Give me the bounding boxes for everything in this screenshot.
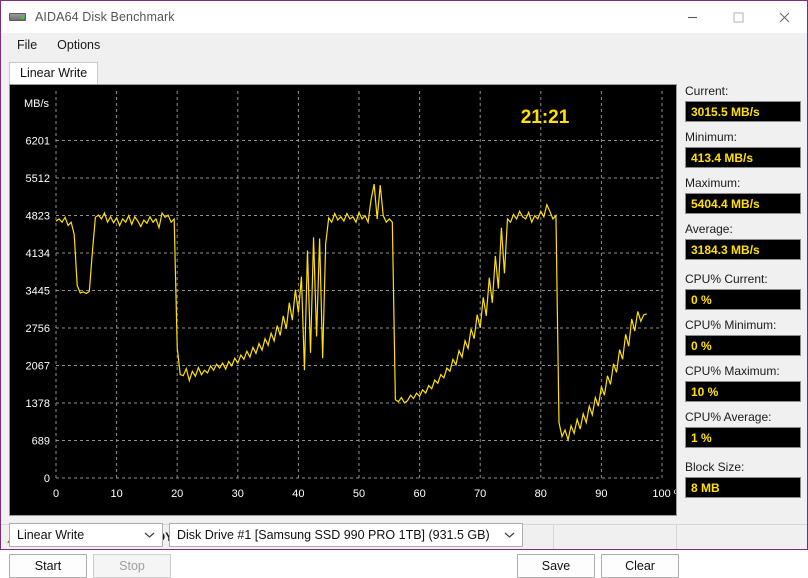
stat-label: Minimum: bbox=[685, 130, 738, 144]
x-axis-tick-label: 80 bbox=[535, 488, 547, 500]
statistics-panel: Current: 3015.5 MB/s Minimum: 413.4 MB/s Max… bbox=[685, 84, 801, 506]
stat-block: CPU% Minimum: 0 % bbox=[685, 318, 801, 356]
y-axis-tick-label: 4134 bbox=[26, 248, 50, 260]
stat-block: Maximum: 5404.4 MB/s bbox=[685, 176, 801, 214]
x-axis-tick-label: 100 % bbox=[652, 488, 676, 500]
chevron-down-icon bbox=[144, 532, 155, 539]
stat-block: CPU% Current: 0 % bbox=[685, 272, 801, 310]
y-axis-tick-label: 3445 bbox=[26, 286, 50, 298]
save-button[interactable]: Save bbox=[517, 554, 595, 578]
window-controls bbox=[669, 1, 807, 33]
button-row: Start Stop Save Clear bbox=[9, 554, 679, 578]
x-axis-tick-label: 10 bbox=[110, 488, 122, 500]
status-pane-2 bbox=[553, 525, 676, 549]
chevron-down-icon bbox=[504, 532, 515, 539]
y-axis-tick-label: 6201 bbox=[26, 136, 50, 148]
x-axis-tick-label: 0 bbox=[53, 488, 59, 500]
close-icon[interactable] bbox=[761, 1, 807, 33]
benchmark-mode-value: Linear Write bbox=[17, 528, 85, 542]
minimize-icon[interactable] bbox=[669, 1, 715, 33]
menu-item-file[interactable]: File bbox=[9, 35, 45, 55]
stat-label: Average: bbox=[685, 222, 733, 236]
disk-drive-icon bbox=[9, 8, 27, 26]
stat-block: Current: 3015.5 MB/s bbox=[685, 84, 801, 122]
x-axis-tick-label: 60 bbox=[413, 488, 425, 500]
status-pane-3 bbox=[676, 525, 807, 549]
y-axis-tick-label: 2067 bbox=[26, 361, 50, 373]
x-axis-tick-label: 50 bbox=[353, 488, 365, 500]
x-axis-tick-label: 20 bbox=[171, 488, 183, 500]
stat-label: CPU% Maximum: bbox=[685, 364, 780, 378]
stat-value: 3184.3 MB/s bbox=[685, 239, 801, 260]
benchmark-mode-select[interactable]: Linear Write bbox=[9, 523, 163, 547]
x-axis-tick-label: 70 bbox=[474, 488, 486, 500]
stat-value: 8 MB bbox=[685, 477, 801, 498]
y-axis-tick-label: 689 bbox=[32, 436, 50, 448]
stat-label: Maximum: bbox=[685, 176, 741, 190]
stat-block: Minimum: 413.4 MB/s bbox=[685, 130, 801, 168]
stat-value: 10 % bbox=[685, 381, 801, 402]
stat-value: 5404.4 MB/s bbox=[685, 193, 801, 214]
chart-unit-label: MB/s bbox=[24, 98, 50, 110]
stat-block: Average: 3184.3 MB/s bbox=[685, 222, 801, 260]
stat-label: CPU% Average: bbox=[685, 410, 772, 424]
menu-item-options[interactable]: Options bbox=[49, 35, 108, 55]
stat-value: 0 % bbox=[685, 335, 801, 356]
stat-value: 0 % bbox=[685, 289, 801, 310]
stat-label: Current: bbox=[685, 84, 729, 98]
drive-select-value: Disk Drive #1 [Samsung SSD 990 PRO 1TB] … bbox=[177, 528, 490, 542]
content-area: Linear Write 0 689 1378 2067 2756 3445 4134 482… bbox=[1, 57, 807, 578]
stop-button: Stop bbox=[93, 554, 171, 578]
benchmark-chart: 0 689 1378 2067 2756 3445 4134 4823 5512 6201 0 10… bbox=[9, 84, 677, 516]
x-axis-tick-label: 30 bbox=[232, 488, 244, 500]
stat-label: CPU% Minimum: bbox=[685, 318, 777, 332]
stat-value: 3015.5 MB/s bbox=[685, 101, 801, 122]
stat-block: Block Size: 8 MB bbox=[685, 460, 801, 498]
y-axis-tick-label: 0 bbox=[44, 473, 50, 485]
clear-button[interactable]: Clear bbox=[601, 554, 679, 578]
stat-block: CPU% Maximum: 10 % bbox=[685, 364, 801, 402]
app-window: AIDA64 Disk Benchmark File Options Linea… bbox=[0, 0, 808, 578]
drive-select[interactable]: Disk Drive #1 [Samsung SSD 990 PRO 1TB] … bbox=[169, 523, 523, 547]
selector-row: Linear Write Disk Drive #1 [Samsung SSD … bbox=[9, 523, 523, 547]
stat-label: Block Size: bbox=[685, 460, 745, 474]
x-axis-tick-label: 40 bbox=[292, 488, 304, 500]
maximize-icon[interactable] bbox=[715, 1, 761, 33]
y-axis-tick-label: 5512 bbox=[26, 173, 50, 185]
stat-value: 1 % bbox=[685, 427, 801, 448]
tab-linear-write[interactable]: Linear Write bbox=[9, 62, 99, 85]
menu-bar: File Options bbox=[1, 33, 807, 57]
window-title: AIDA64 Disk Benchmark bbox=[35, 10, 175, 24]
y-axis-tick-label: 2756 bbox=[26, 323, 50, 335]
chart-canvas: 0 689 1378 2067 2756 3445 4134 4823 5512 6201 0 10… bbox=[10, 85, 676, 515]
start-button[interactable]: Start bbox=[9, 554, 87, 578]
title-bar: AIDA64 Disk Benchmark bbox=[1, 1, 807, 33]
stat-label: CPU% Current: bbox=[685, 272, 768, 286]
y-axis-tick-label: 4823 bbox=[26, 211, 50, 223]
y-axis-tick-label: 1378 bbox=[26, 398, 50, 410]
elapsed-timer: 21:21 bbox=[521, 107, 570, 128]
stat-value: 413.4 MB/s bbox=[685, 147, 801, 168]
tab-strip: Linear Write bbox=[9, 62, 99, 85]
x-axis-tick-label: 90 bbox=[595, 488, 607, 500]
stat-block: CPU% Average: 1 % bbox=[685, 410, 801, 448]
